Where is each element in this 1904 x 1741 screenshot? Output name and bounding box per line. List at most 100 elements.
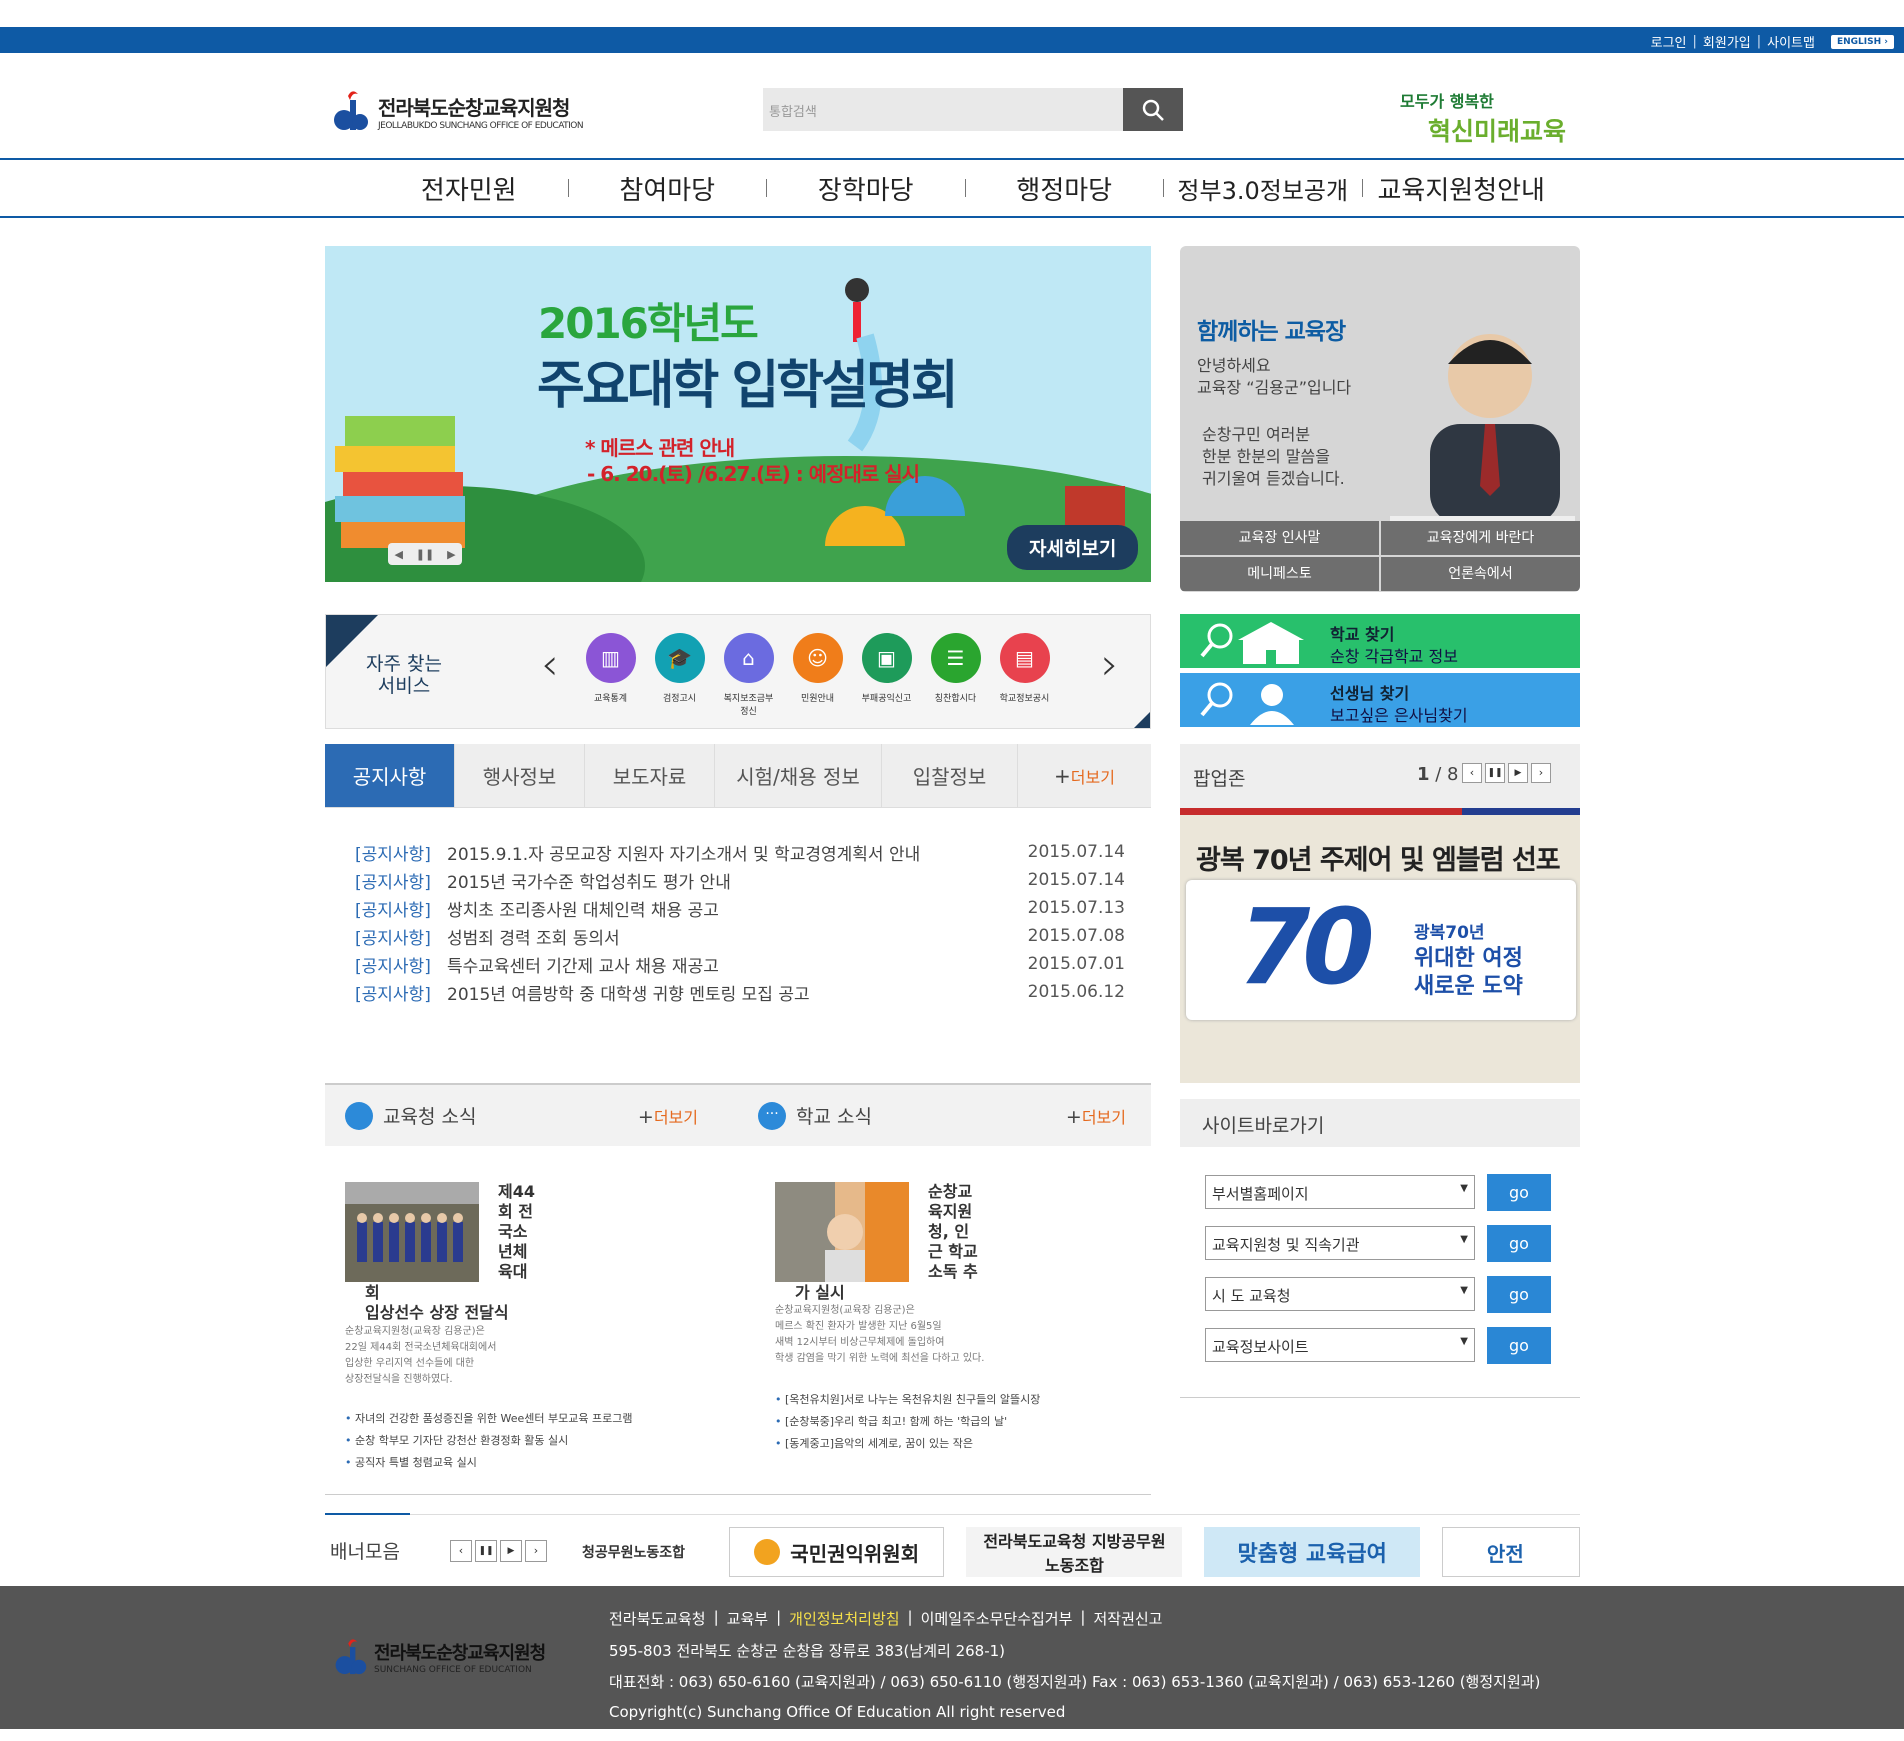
footer-link[interactable]: 전라북도교육청: [609, 1608, 706, 1629]
pause-icon[interactable]: ❚❚: [475, 1540, 497, 1562]
tab-bidding[interactable]: 입찰정보: [882, 744, 1018, 807]
top-bar: [0, 27, 1904, 53]
faq-item[interactable]: ▥ 교육통계: [584, 633, 637, 717]
notice-row[interactable]: [공지사항] 특수교육센터 기간제 교사 채용 재공고 2015.07.01: [355, 950, 1125, 978]
superintendent-panel: 함께하는 교육장 안녕하세요 교육장 “김용군”입니다 순창구민 여러분 한분 한분…: [1180, 246, 1580, 592]
province-select[interactable]: 시 도 교육청 ▼: [1205, 1277, 1475, 1311]
teacher-find-button[interactable]: 선생님 찾기 보고싶은 은사님찾기: [1180, 673, 1580, 727]
go-button[interactable]: go: [1487, 1327, 1551, 1364]
popup-image[interactable]: 광복 70년 주제어 및 엠블럼 선포 70 광복70년 위대한 여정 새로운 …: [1180, 808, 1580, 1083]
school-news-headline[interactable]: 순창교 육지원 청, 인근 학교 소독 추: [928, 1182, 978, 1282]
school-news-headline-end[interactable]: 가 실시: [795, 1283, 845, 1303]
english-button[interactable]: ENGLISH ›: [1830, 34, 1894, 49]
chevron-left-icon[interactable]: ‹: [450, 1540, 472, 1562]
office-news-headline[interactable]: 제44 회 전 국소 년체 육대: [498, 1182, 535, 1282]
go-button[interactable]: go: [1487, 1276, 1551, 1313]
footer-address: 595-803 전라북도 순창군 순창읍 장류로 383(남계리 268-1): [609, 1642, 1006, 1660]
chevron-right-icon[interactable]: ›: [525, 1540, 547, 1562]
nav-item-participation[interactable]: 참여마당: [569, 170, 767, 207]
list-item[interactable]: • [순창북중]우리 학급 최고! 함께 하는 '학급의 날': [775, 1411, 1040, 1433]
press-button[interactable]: 언론속에서: [1381, 557, 1580, 591]
faq-item[interactable]: ⌂ 복지보조금부정신: [722, 633, 775, 717]
list-item[interactable]: • 순창 학부모 기자단 강천산 환경정화 활동 실시: [345, 1430, 633, 1452]
banner-item[interactable]: 안전: [1441, 1527, 1580, 1577]
office-select[interactable]: 교육지원청 및 직속기관 ▼: [1205, 1226, 1475, 1260]
faq-item[interactable]: ▤ 학교정보공시: [998, 633, 1051, 717]
dropdown-arrow-icon: ▼: [1460, 1183, 1468, 1194]
manifesto-button[interactable]: 메니페스토: [1180, 557, 1379, 591]
greeting-button[interactable]: 교육장 인사말: [1180, 521, 1379, 555]
banner-item[interactable]: 전라북도교육청 지방공무원노동조합: [966, 1527, 1183, 1577]
chevron-right-icon[interactable]: ›: [1101, 639, 1119, 690]
pause-icon[interactable]: ❚❚: [416, 548, 434, 561]
footer-tel: 대표전화 : 063) 650-6160 (교육지원과) / 063) 650-…: [609, 1673, 1541, 1691]
footer-link-privacy[interactable]: 개인정보처리방침: [789, 1608, 899, 1629]
banner-item[interactable]: 국민권익위원회: [728, 1527, 945, 1577]
notice-row[interactable]: [공지사항] 성범죄 경력 조회 동의서 2015.07.08: [355, 922, 1125, 950]
faq-item[interactable]: ☺ 민원안내: [791, 633, 844, 717]
tab-notice[interactable]: 공지사항: [325, 744, 455, 807]
go-button[interactable]: go: [1487, 1174, 1551, 1211]
prev-icon[interactable]: ◀: [394, 548, 402, 561]
banner-detail-button[interactable]: 자세히보기: [1007, 525, 1139, 570]
popup-controls: ‹ ❚❚ ▶ ›: [1462, 763, 1551, 783]
logo-mark-icon: [335, 1639, 367, 1675]
school-news-photo[interactable]: [775, 1182, 909, 1282]
faq-label: 자주 찾는 서비스: [366, 653, 442, 697]
search-button[interactable]: [1123, 88, 1183, 131]
list-item[interactable]: • [동계중고]음악의 세계로, 꿈이 있는 작은: [775, 1433, 1040, 1455]
tab-events[interactable]: 행사정보: [455, 744, 585, 807]
dept-select[interactable]: 부서별홈페이지 ▼: [1205, 1175, 1475, 1209]
footer-link[interactable]: 교육부: [727, 1608, 768, 1629]
faq-item[interactable]: ☰ 칭찬합시다: [929, 633, 982, 717]
notice-row[interactable]: [공지사항] 쌍치초 조리종사원 대체인력 채용 공고 2015.07.13: [355, 894, 1125, 922]
site-logo[interactable]: 전라북도순창교육지원청 JEOLLABUKDO SUNCHANG OFFICE …: [330, 86, 584, 136]
list-item[interactable]: • 자녀의 건강한 품성증진을 위한 Wee센터 부모교육 프로그램: [345, 1408, 633, 1430]
school-news-more[interactable]: +더보기: [1066, 1104, 1126, 1128]
office-news-more[interactable]: +더보기: [638, 1104, 698, 1128]
banner-title1: 2016학년도: [538, 299, 759, 348]
nav-item-e-civil[interactable]: 전자민원: [370, 170, 568, 207]
footer-copyright: Copyright(c) Sunchang Office Of Educatio…: [609, 1703, 1066, 1721]
tab-exam-recruit[interactable]: 시험/채용 정보: [715, 744, 882, 807]
sitemap-link[interactable]: 사이트맵: [1767, 32, 1815, 51]
next-icon[interactable]: ▶: [447, 548, 455, 561]
banner-bar-title: 배너모음: [330, 1541, 400, 1563]
faq-item[interactable]: ▣ 부패공익신고: [860, 633, 913, 717]
notice-more-link[interactable]: + 더보기: [1018, 744, 1151, 807]
footer-link[interactable]: 이메일주소무단수집거부: [921, 1608, 1073, 1629]
info-site-select[interactable]: 교육정보사이트 ▼: [1205, 1328, 1475, 1362]
main-banner[interactable]: 2016학년도 주요대학 입학설명회 * 메르스 관련 안내 - 6. 20.(…: [325, 246, 1151, 582]
person-icon: ☺: [792, 633, 843, 683]
list-item[interactable]: • [옥천유치원]서로 나누는 옥천유치원 친구들의 알뜰시장: [775, 1389, 1040, 1411]
tab-press[interactable]: 보도자료: [585, 744, 715, 807]
go-button[interactable]: go: [1487, 1225, 1551, 1262]
banner-item[interactable]: 맞춤형 교육급여: [1204, 1527, 1420, 1577]
faq-item[interactable]: 🎓 검정고시: [653, 633, 706, 717]
notice-row[interactable]: [공지사항] 2015년 여름방학 중 대학생 귀향 멘토링 모집 공고 2015.…: [355, 978, 1125, 1006]
office-news-headline-end[interactable]: 입상선수 상장 전달식: [365, 1303, 509, 1323]
footer-link[interactable]: 저작권신고: [1093, 1608, 1162, 1629]
banner-bar-accent: [325, 1513, 410, 1515]
chevron-right-icon[interactable]: ›: [1531, 763, 1551, 783]
chevron-left-icon[interactable]: ‹: [1462, 763, 1482, 783]
search-input[interactable]: 통합검색: [763, 88, 1123, 131]
office-news-headline-cont[interactable]: 회: [365, 1283, 380, 1303]
nav-item-gov30[interactable]: 정부3.0정보공개: [1164, 171, 1362, 206]
join-link[interactable]: 회원가입: [1703, 32, 1751, 51]
pause-icon[interactable]: ❚❚: [1485, 763, 1505, 783]
request-button[interactable]: 교육장에게 바란다: [1381, 521, 1580, 555]
banner-item[interactable]: 청공무원노동조합: [560, 1542, 707, 1562]
play-icon[interactable]: ▶: [1508, 763, 1528, 783]
office-news-photo[interactable]: [345, 1182, 479, 1282]
list-item[interactable]: • 공직자 특별 청렴교육 실시: [345, 1452, 633, 1474]
notice-row[interactable]: [공지사항] 2015년 국가수준 학업성취도 평가 안내 2015.07.14: [355, 866, 1125, 894]
nav-item-administration[interactable]: 행정마당: [966, 170, 1164, 207]
chevron-left-icon[interactable]: ‹: [541, 639, 559, 690]
school-find-button[interactable]: 학교 찾기 순창 각급학교 정보: [1180, 614, 1580, 668]
play-icon[interactable]: ▶: [500, 1540, 522, 1562]
login-link[interactable]: 로그인: [1651, 32, 1687, 51]
notice-row[interactable]: [공지사항] 2015.9.1.자 공모교장 지원자 자기소개서 및 학교경영계획…: [355, 838, 1125, 866]
nav-item-scholarship[interactable]: 장학마당: [767, 170, 965, 207]
nav-item-office-info[interactable]: 교육지원청안내: [1363, 170, 1561, 207]
